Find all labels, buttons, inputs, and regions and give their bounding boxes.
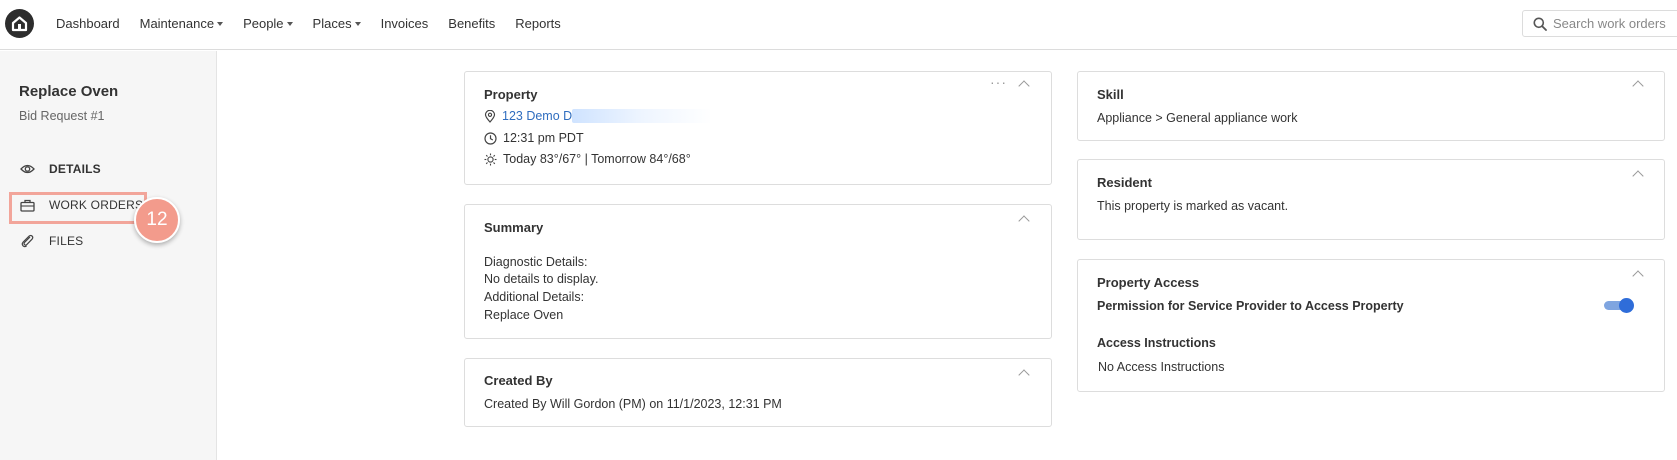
page-title: Replace Oven <box>19 83 119 100</box>
collapse-chevron-icon[interactable] <box>1018 215 1030 227</box>
paperclip-icon <box>21 234 34 248</box>
property-address-row: 123 Demo D <box>484 109 713 123</box>
nav-places-label: Places <box>312 15 352 31</box>
collapse-chevron-icon[interactable] <box>1632 270 1644 282</box>
summary-card: Summary Diagnostic Details: No details t… <box>464 204 1052 339</box>
sidebar: Replace Oven Bid Request #1 DETAILS WORK… <box>0 51 217 460</box>
caret-down-icon <box>354 22 361 26</box>
resident-title: Resident <box>1097 175 1152 190</box>
property-title: Property <box>484 87 538 102</box>
nav-people[interactable]: People <box>243 15 293 31</box>
created-by-title: Created By <box>484 373 553 388</box>
summary-title: Summary <box>484 220 544 235</box>
created-by-text: Created By Will Gordon (PM) on 11/1/2023… <box>484 397 782 411</box>
nav-dashboard[interactable]: Dashboard <box>56 16 120 31</box>
main-nav: Dashboard Maintenance People Places Invo… <box>56 0 581 46</box>
more-options-icon[interactable]: ··· <box>990 74 1007 90</box>
search-placeholder: Search work orders <box>1553 16 1666 31</box>
caret-down-icon <box>217 22 224 26</box>
nav-maintenance-label: Maintenance <box>139 15 215 31</box>
top-navbar: Dashboard Maintenance People Places Invo… <box>0 0 1677 50</box>
nav-maintenance[interactable]: Maintenance <box>139 15 224 31</box>
property-weather: Today 83°/67° | Tomorrow 84°/68° <box>503 152 691 166</box>
property-access-title: Property Access <box>1097 275 1200 290</box>
property-time-row: 12:31 pm PDT <box>484 131 584 145</box>
access-instructions-text: No Access Instructions <box>1098 360 1225 374</box>
toggle-knob <box>1619 298 1634 313</box>
skill-text: Appliance > General appliance work <box>1097 111 1298 125</box>
home-logo-icon[interactable] <box>5 9 34 38</box>
nav-dashboard-label: Dashboard <box>56 15 120 31</box>
property-weather-row: Today 83°/67° | Tomorrow 84°/68° <box>484 152 691 166</box>
collapse-chevron-icon[interactable] <box>1632 170 1644 182</box>
access-permission-label: Permission for Service Provider to Acces… <box>1097 299 1404 313</box>
page-subtitle: Bid Request #1 <box>19 109 105 123</box>
redacted-address <box>572 109 713 123</box>
clock-icon <box>484 131 497 145</box>
access-permission-toggle[interactable] <box>1604 298 1634 313</box>
nav-invoices[interactable]: Invoices <box>381 16 429 31</box>
search-icon <box>1533 17 1547 31</box>
property-card: Property ··· 123 Demo D 12:31 pm PDT Tod… <box>464 71 1052 185</box>
collapse-chevron-icon[interactable] <box>1018 80 1030 92</box>
eye-icon <box>20 164 35 174</box>
location-pin-icon <box>484 109 496 123</box>
summary-line: Additional Details: <box>484 290 585 304</box>
sidebar-item-details[interactable]: DETAILS <box>20 159 101 179</box>
property-time: 12:31 pm PDT <box>503 131 584 145</box>
step-badge: 12 <box>134 197 180 243</box>
resident-card: Resident This property is marked as vaca… <box>1077 159 1665 240</box>
summary-line: Diagnostic Details: <box>484 255 588 269</box>
caret-down-icon <box>286 22 293 26</box>
sun-icon <box>484 153 497 165</box>
search-input[interactable]: Search work orders <box>1522 10 1677 37</box>
highlight-box <box>9 192 147 224</box>
resident-text: This property is marked as vacant. <box>1097 199 1289 213</box>
sidebar-item-files[interactable]: FILES <box>20 231 83 251</box>
summary-line: No details to display. <box>484 272 599 286</box>
nav-invoices-label: Invoices <box>380 15 429 31</box>
sidebar-item-label: DETAILS <box>49 162 101 176</box>
nav-reports-label: Reports <box>515 15 561 31</box>
nav-places[interactable]: Places <box>313 16 361 31</box>
collapse-chevron-icon[interactable] <box>1018 369 1030 381</box>
summary-line: Replace Oven <box>484 308 564 322</box>
property-access-card: Property Access Permission for Service P… <box>1077 259 1665 392</box>
skill-title: Skill <box>1097 87 1124 102</box>
skill-card: Skill Appliance > General appliance work <box>1077 71 1665 141</box>
property-address-link[interactable]: 123 Demo D <box>502 109 572 123</box>
access-instructions-title: Access Instructions <box>1097 336 1216 350</box>
nav-people-label: People <box>243 15 284 31</box>
collapse-chevron-icon[interactable] <box>1632 80 1644 92</box>
created-by-card: Created By Created By Will Gordon (PM) o… <box>464 358 1052 427</box>
nav-benefits-label: Benefits <box>448 15 496 31</box>
nav-reports[interactable]: Reports <box>515 16 561 31</box>
nav-benefits[interactable]: Benefits <box>448 16 495 31</box>
sidebar-item-label: FILES <box>49 234 84 248</box>
